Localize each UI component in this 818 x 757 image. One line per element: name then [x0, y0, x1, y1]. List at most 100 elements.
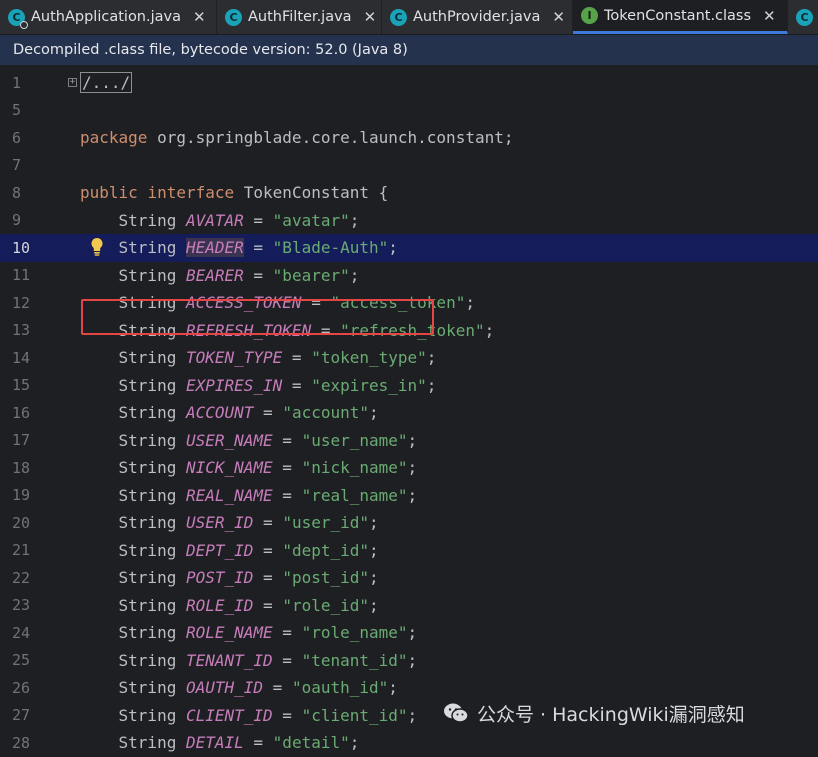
line-number: 22	[12, 568, 31, 587]
folded-imports[interactable]: /.../	[80, 72, 133, 94]
code-text: String USER_NAME = "user_name";	[118, 430, 418, 450]
line-number: 16	[12, 403, 31, 422]
decompiled-notice-text: Decompiled .class file, bytecode version…	[13, 42, 408, 58]
code-text: String DETAIL = "detail";	[118, 733, 360, 753]
tab-auth-application[interactable]: C AuthApplication.java ✕	[0, 0, 217, 34]
keyword: interface	[147, 183, 235, 203]
line-number: 18	[12, 458, 31, 477]
constant-name: USER_NAME	[185, 430, 273, 450]
type-name: String	[118, 348, 177, 368]
string-literal: "Blade-Auth"	[272, 238, 389, 258]
code-text: package org.springblade.core.launch.cons…	[80, 128, 513, 147]
tab-label: AuthProvider.java	[413, 9, 541, 25]
code-line: 17 String USER_NAME = "user_name";	[0, 427, 818, 455]
line-number: 12	[12, 293, 31, 312]
code-text: /.../	[80, 72, 133, 94]
string-literal: "detail"	[272, 733, 350, 753]
code-text: String TOKEN_TYPE = "token_type";	[118, 348, 437, 368]
code-text: String REAL_NAME = "real_name";	[118, 485, 418, 505]
code-line: 1 + /.../	[0, 69, 818, 97]
constant-name: OAUTH_ID	[185, 678, 264, 698]
code-line: 11 String BEARER = "bearer";	[0, 262, 818, 290]
code-line: 7	[0, 152, 818, 180]
string-literal: "bearer"	[272, 265, 350, 285]
constant-name: EXPIRES_IN	[185, 375, 283, 395]
constant-name: AVATAR	[185, 210, 244, 230]
constant-name: DETAIL	[185, 733, 244, 753]
code-text: String ROLE_ID = "role_id";	[118, 595, 379, 615]
code-text: String DEPT_ID = "dept_id";	[118, 540, 379, 560]
line-number: 21	[12, 541, 31, 560]
code-text: String ROLE_NAME = "role_name";	[118, 623, 418, 643]
tab-label: AuthFilter.java	[248, 9, 352, 25]
code-text: String POST_ID = "post_id";	[118, 568, 379, 588]
type-name: String	[118, 678, 177, 698]
code-line: 9 String AVATAR = "avatar";	[0, 207, 818, 235]
string-literal: "account"	[282, 403, 370, 423]
line-number: 27	[12, 706, 31, 725]
tab-token-constant[interactable]: I TokenConstant.class ✕	[573, 0, 788, 34]
constant-name: NICK_NAME	[185, 458, 273, 478]
decompiled-notice-bar: Decompiled .class file, bytecode version…	[0, 35, 818, 65]
string-literal: "client_id"	[301, 705, 408, 725]
code-line: 28 String DETAIL = "detail";	[0, 729, 818, 757]
string-literal: "avatar"	[272, 210, 350, 230]
fold-expand-icon[interactable]: +	[68, 78, 77, 88]
line-number: 6	[12, 128, 22, 147]
constant-name: ACCOUNT	[185, 403, 254, 423]
code-text: String TENANT_ID = "tenant_id";	[118, 650, 418, 670]
line-number: 24	[12, 623, 31, 642]
type-name: String	[118, 238, 177, 258]
string-literal: "role_id"	[282, 595, 370, 615]
line-number: 14	[12, 348, 31, 367]
class-c-icon: C	[225, 8, 242, 26]
string-literal: "nick_name"	[301, 458, 408, 478]
close-icon[interactable]: ✕	[552, 8, 565, 26]
string-literal: "tenant_id"	[301, 650, 408, 670]
constant-name: HEADER	[185, 238, 244, 258]
code-line: 21 String DEPT_ID = "dept_id";	[0, 537, 818, 565]
tab-overflow[interactable]: C	[788, 0, 818, 34]
code-text: String NICK_NAME = "nick_name";	[118, 458, 418, 478]
constant-name: BEARER	[185, 265, 244, 285]
package-name: org.springblade.core.launch.constant;	[147, 128, 514, 148]
code-line: 24 String ROLE_NAME = "role_name";	[0, 619, 818, 647]
watermark-text: 公众号 · HackingWiki漏洞感知	[477, 703, 745, 726]
constant-name: USER_ID	[185, 513, 254, 533]
class-c-icon: C	[796, 8, 813, 26]
line-number: 7	[12, 156, 22, 175]
line-number: 25	[12, 651, 31, 670]
type-name: String	[118, 210, 177, 230]
line-number: 15	[12, 376, 31, 395]
line-number: 20	[12, 513, 31, 532]
code-text: String OAUTH_ID = "oauth_id";	[118, 678, 398, 698]
tab-auth-filter[interactable]: C AuthFilter.java ✕	[217, 0, 382, 34]
close-icon[interactable]: ✕	[193, 8, 206, 26]
type-name: String	[118, 485, 177, 505]
type-name: String	[118, 568, 177, 588]
close-icon[interactable]: ✕	[763, 7, 776, 25]
code-editor[interactable]: 1 + /.../ 5 6 package org.springblade.co…	[0, 68, 818, 752]
constant-name: ROLE_NAME	[185, 623, 273, 643]
code-line: 5	[0, 97, 818, 125]
string-literal: "token_type"	[311, 348, 427, 368]
code-text: String CLIENT_ID = "client_id";	[118, 705, 418, 725]
type-name: String	[118, 595, 177, 615]
type-name: String	[118, 403, 177, 423]
string-literal: "role_name"	[301, 623, 408, 643]
line-number: 1	[12, 73, 22, 92]
tab-label: TokenConstant.class	[604, 7, 752, 24]
code-text: String EXPIRES_IN = "expires_in";	[118, 375, 437, 395]
close-icon[interactable]: ✕	[364, 8, 377, 26]
code-text: String HEADER = "Blade-Auth";	[118, 238, 398, 258]
code-line: 6 package org.springblade.core.launch.co…	[0, 124, 818, 152]
constant-name: REAL_NAME	[185, 485, 273, 505]
class-c-icon: C	[390, 8, 407, 26]
interface-name: TokenConstant {	[234, 183, 389, 203]
constant-name: TOKEN_TYPE	[185, 348, 283, 368]
code-text: String USER_ID = "user_id";	[118, 513, 379, 533]
tab-auth-provider[interactable]: C AuthProvider.java ✕	[382, 0, 573, 34]
code-line: 18 String NICK_NAME = "nick_name";	[0, 454, 818, 482]
string-literal: "post_id"	[282, 568, 370, 588]
string-literal: "user_name"	[301, 430, 408, 450]
